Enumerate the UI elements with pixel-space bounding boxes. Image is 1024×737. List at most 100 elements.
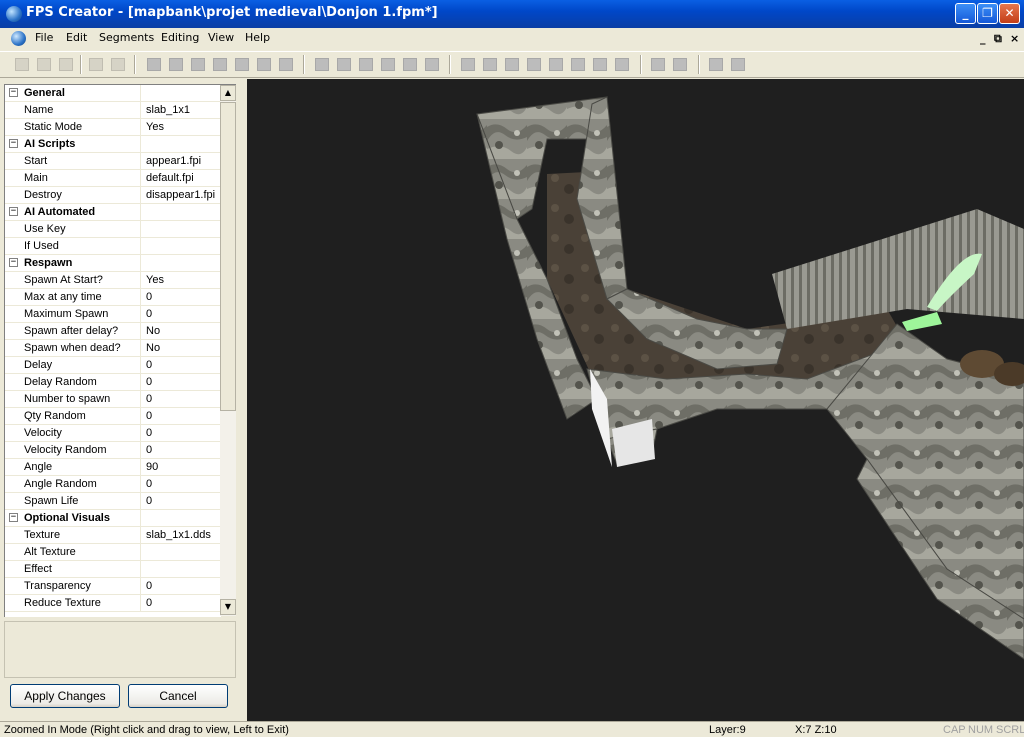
scroll-thumb[interactable]: [220, 102, 236, 411]
mdi-restore-button[interactable]: ⧉: [994, 32, 1002, 46]
property-value[interactable]: 90: [142, 459, 221, 475]
property-value[interactable]: slab_1x1: [142, 102, 221, 118]
property-section[interactable]: − AI Scripts: [5, 136, 221, 153]
property-row[interactable]: Reduce Texture 0: [5, 595, 221, 612]
property-value[interactable]: [142, 544, 221, 560]
menu-editing[interactable]: Editing: [161, 31, 199, 44]
property-value[interactable]: 0: [142, 425, 221, 441]
property-value[interactable]: Yes: [142, 272, 221, 288]
entity-place-icon[interactable]: [549, 58, 563, 71]
property-value[interactable]: slab_1x1.dds: [142, 527, 221, 543]
property-row[interactable]: Name slab_1x1: [5, 102, 221, 119]
test-game-icon[interactable]: [651, 58, 665, 71]
segment-fill-icon[interactable]: [381, 58, 395, 71]
property-row[interactable]: Destroy disappear1.fpi: [5, 187, 221, 204]
property-row[interactable]: Spawn when dead? No: [5, 340, 221, 357]
property-row[interactable]: Static Mode Yes: [5, 119, 221, 136]
tool-grid-icon[interactable]: [235, 58, 249, 71]
library-segments-icon[interactable]: [709, 58, 723, 71]
property-row[interactable]: Maximum Spawn 0: [5, 306, 221, 323]
menu-help[interactable]: Help: [245, 31, 270, 44]
tool-layer-icon[interactable]: [191, 58, 205, 71]
property-value[interactable]: appear1.fpi: [142, 153, 221, 169]
property-row[interactable]: Spawn At Start? Yes: [5, 272, 221, 289]
segment-pick-icon[interactable]: [403, 58, 417, 71]
undo-icon[interactable]: [89, 58, 103, 71]
cancel-button[interactable]: Cancel: [128, 684, 228, 708]
property-section[interactable]: − General: [5, 85, 221, 102]
property-row[interactable]: Main default.fpi: [5, 170, 221, 187]
tool-view-icon[interactable]: [213, 58, 227, 71]
property-row[interactable]: Texture slab_1x1.dds: [5, 527, 221, 544]
segment-box-icon[interactable]: [359, 58, 373, 71]
entity-rotate-icon[interactable]: [461, 58, 475, 71]
property-value[interactable]: 0: [142, 391, 221, 407]
property-value[interactable]: 0: [142, 595, 221, 611]
property-value[interactable]: disappear1.fpi: [142, 187, 221, 203]
property-section[interactable]: − Respawn: [5, 255, 221, 272]
property-scrollbar[interactable]: ▲ ▼: [220, 84, 236, 616]
entity-extract-icon[interactable]: [615, 58, 629, 71]
property-row[interactable]: Velocity Random 0: [5, 442, 221, 459]
property-value[interactable]: No: [142, 323, 221, 339]
mdi-minimize-button[interactable]: _: [980, 32, 986, 45]
open-folder-icon[interactable]: [37, 58, 51, 71]
property-value[interactable]: 0: [142, 476, 221, 492]
property-row[interactable]: Effect: [5, 561, 221, 578]
property-row[interactable]: Start appear1.fpi: [5, 153, 221, 170]
build-game-icon[interactable]: [673, 58, 687, 71]
property-row[interactable]: Max at any time 0: [5, 289, 221, 306]
property-value[interactable]: 0: [142, 578, 221, 594]
property-value[interactable]: [142, 221, 221, 237]
mdi-close-button[interactable]: ×: [1010, 32, 1019, 45]
property-value[interactable]: 0: [142, 442, 221, 458]
tool-snap-icon[interactable]: [257, 58, 271, 71]
close-button[interactable]: ✕: [999, 3, 1020, 24]
redo-icon[interactable]: [111, 58, 125, 71]
property-row[interactable]: Alt Texture: [5, 544, 221, 561]
property-value[interactable]: 0: [142, 306, 221, 322]
new-file-icon[interactable]: [15, 58, 29, 71]
property-row[interactable]: Angle Random 0: [5, 476, 221, 493]
property-row[interactable]: Spawn Life 0: [5, 493, 221, 510]
tool-zoom-in-icon[interactable]: [147, 58, 161, 71]
property-section[interactable]: − Optional Visuals: [5, 510, 221, 527]
menu-file[interactable]: File: [35, 31, 53, 44]
tool-select-icon[interactable]: [279, 58, 293, 71]
entity-copy-icon[interactable]: [593, 58, 607, 71]
property-row[interactable]: Qty Random 0: [5, 408, 221, 425]
property-value[interactable]: [142, 238, 221, 254]
3d-viewport[interactable]: [247, 79, 1024, 721]
menu-segments[interactable]: Segments: [99, 31, 154, 44]
entity-mirror-icon[interactable]: [483, 58, 497, 71]
property-value[interactable]: 0: [142, 357, 221, 373]
menu-edit[interactable]: Edit: [66, 31, 87, 44]
property-value[interactable]: No: [142, 340, 221, 356]
property-value[interactable]: 0: [142, 493, 221, 509]
library-entities-icon[interactable]: [731, 58, 745, 71]
property-value[interactable]: 0: [142, 374, 221, 390]
tool-zoom-out-icon[interactable]: [169, 58, 183, 71]
property-value[interactable]: [142, 561, 221, 577]
segment-line-icon[interactable]: [337, 58, 351, 71]
property-row[interactable]: Delay 0: [5, 357, 221, 374]
property-value[interactable]: 0: [142, 289, 221, 305]
property-row[interactable]: Use Key: [5, 221, 221, 238]
entity-flip-icon[interactable]: [505, 58, 519, 71]
property-section[interactable]: − AI Automated: [5, 204, 221, 221]
property-value[interactable]: 0: [142, 408, 221, 424]
property-value[interactable]: default.fpi: [142, 170, 221, 186]
segment-draw-icon[interactable]: [425, 58, 439, 71]
apply-changes-button[interactable]: Apply Changes: [10, 684, 120, 708]
property-value[interactable]: Yes: [142, 119, 221, 135]
entity-delete-icon[interactable]: [571, 58, 585, 71]
minimize-button[interactable]: _: [955, 3, 976, 24]
property-row[interactable]: Delay Random 0: [5, 374, 221, 391]
scroll-down-icon[interactable]: ▼: [220, 599, 236, 615]
menu-view[interactable]: View: [208, 31, 234, 44]
property-row[interactable]: Number to spawn 0: [5, 391, 221, 408]
segment-paint-icon[interactable]: [315, 58, 329, 71]
document-icon[interactable]: [11, 31, 26, 46]
entity-move-icon[interactable]: [527, 58, 541, 71]
property-row[interactable]: If Used: [5, 238, 221, 255]
